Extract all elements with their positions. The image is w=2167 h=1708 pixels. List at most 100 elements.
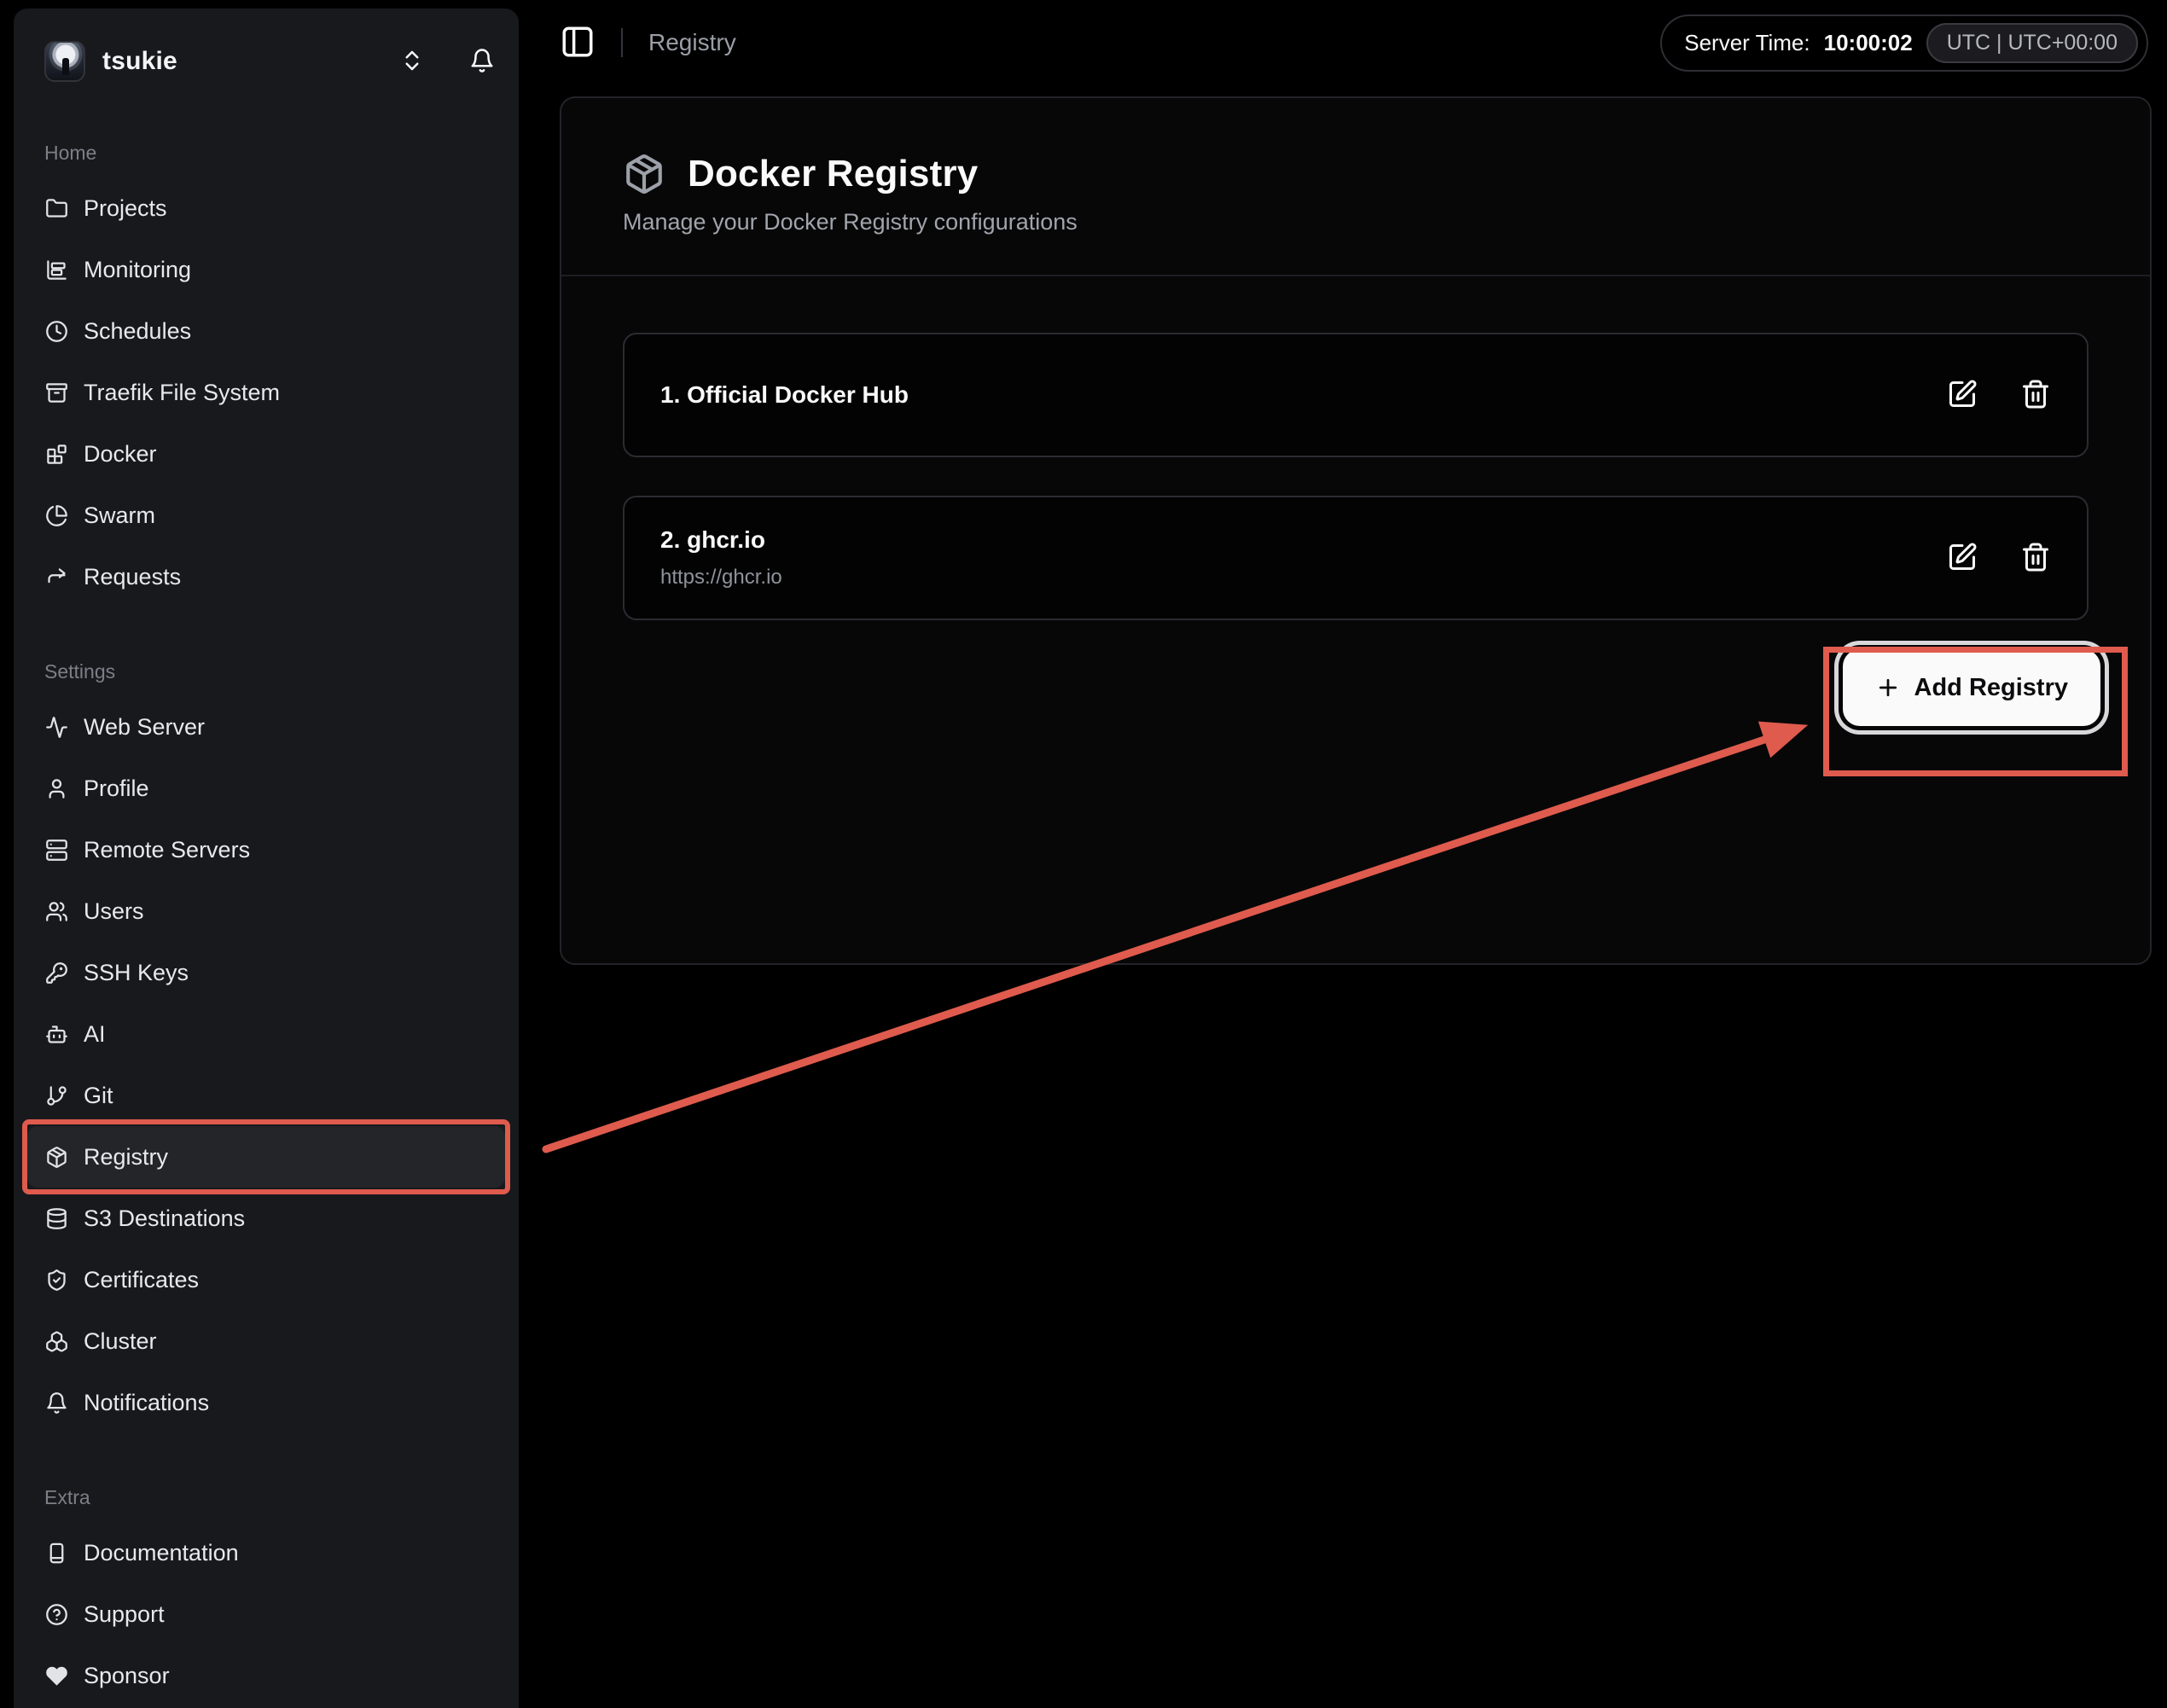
sidebar-item-documentation[interactable]: Documentation [27, 1522, 505, 1583]
section-label: Extra [44, 1486, 519, 1509]
pie-chart-icon [45, 504, 68, 527]
topbar: Registry Server Time: 10:00:02 UTC | UTC… [519, 0, 2167, 85]
heart-icon [45, 1664, 68, 1688]
sidebar-item-label: Swarm [84, 503, 155, 529]
sidebar-item-label: SSH Keys [84, 960, 189, 986]
server-time-label: Server Time: [1684, 30, 1810, 56]
sidebar-item-label: Notifications [84, 1390, 209, 1416]
package-icon [45, 1146, 68, 1169]
panel-left-icon [560, 24, 595, 60]
sidebar: tsukie Home Projects [14, 9, 519, 1708]
sidebar-item-cluster[interactable]: Cluster [27, 1310, 505, 1372]
sidebar-section-settings: Settings Web Server Profile Remote Serve… [14, 660, 519, 1433]
sidebar-item-notifications[interactable]: Notifications [27, 1372, 505, 1433]
sidebar-section-home: Home Projects Monitoring Schedules [14, 142, 519, 607]
sidebar-toggle-button[interactable] [560, 24, 595, 62]
docker-registry-card: Docker Registry Manage your Docker Regis… [560, 96, 2152, 965]
edit-registry-button[interactable] [1947, 379, 1978, 412]
sidebar-item-git[interactable]: Git [27, 1065, 505, 1126]
card-header: Docker Registry Manage your Docker Regis… [561, 98, 2150, 235]
book-icon [45, 1542, 68, 1565]
workspace-switcher-button[interactable] [399, 48, 425, 76]
registry-row-ghcr: 2. ghcr.io https://ghcr.io [623, 496, 2089, 620]
registry-list: 1. Official Docker Hub [623, 333, 2089, 620]
sidebar-item-label: Cluster [84, 1328, 157, 1355]
package-icon [623, 153, 665, 195]
user-icon [45, 777, 68, 800]
archive-icon [45, 381, 68, 404]
sidebar-item-s3-destinations[interactable]: S3 Destinations [27, 1188, 505, 1249]
registry-url: https://ghcr.io [660, 566, 782, 590]
app-root: tsukie Home Projects [0, 0, 2167, 1708]
sidebar-item-requests[interactable]: Requests [27, 546, 505, 607]
server-icon [45, 839, 68, 862]
sidebar-item-label: Docker [84, 441, 157, 468]
section-label: Settings [44, 660, 519, 683]
sidebar-item-label: Users [84, 898, 144, 925]
sidebar-item-label: S3 Destinations [84, 1205, 245, 1232]
server-time-value: 10:00:02 [1824, 30, 1913, 56]
blocks-icon [45, 443, 68, 466]
user-name: tsukie [102, 47, 177, 76]
user-menu[interactable]: tsukie [44, 34, 495, 89]
add-registry-label: Add Registry [1914, 674, 2068, 702]
sidebar-item-label: Support [84, 1601, 165, 1628]
bot-icon [45, 1023, 68, 1046]
avatar [44, 41, 85, 82]
sidebar-item-label: Certificates [84, 1267, 199, 1293]
add-registry-row: Add Registry [561, 649, 2100, 726]
bell-icon [45, 1391, 68, 1415]
trash-icon [2020, 379, 2051, 410]
breadcrumb: Registry [648, 29, 736, 56]
plus-icon [1875, 675, 1901, 700]
sidebar-item-sponsor[interactable]: Sponsor [27, 1645, 505, 1706]
header-divider [561, 275, 2150, 276]
sidebar-item-label: Git [84, 1083, 113, 1109]
notifications-button[interactable] [469, 48, 495, 76]
sidebar-item-profile[interactable]: Profile [27, 758, 505, 819]
sidebar-item-registry[interactable]: Registry [27, 1126, 505, 1188]
shield-check-icon [45, 1269, 68, 1292]
sidebar-item-label: Web Server [84, 714, 205, 741]
registry-name: 2. ghcr.io [660, 526, 782, 554]
key-icon [45, 961, 68, 985]
sidebar-item-label: Projects [84, 195, 167, 222]
sidebar-item-label: Requests [84, 564, 181, 590]
sidebar-item-ai[interactable]: AI [27, 1003, 505, 1065]
square-pen-icon [1947, 542, 1978, 572]
breadcrumb-divider [621, 28, 623, 57]
sidebar-item-monitoring[interactable]: Monitoring [27, 239, 505, 300]
git-branch-icon [45, 1084, 68, 1107]
server-time-pill: Server Time: 10:00:02 UTC | UTC+00:00 [1660, 15, 2148, 72]
sidebar-item-label: Registry [84, 1144, 168, 1171]
edit-registry-button[interactable] [1947, 542, 1978, 575]
sidebar-item-schedules[interactable]: Schedules [27, 300, 505, 362]
sidebar-item-web-server[interactable]: Web Server [27, 696, 505, 758]
add-registry-button[interactable]: Add Registry [1843, 649, 2100, 726]
section-label: Home [44, 142, 519, 165]
registry-name: 1. Official Docker Hub [660, 381, 909, 409]
page-subtitle: Manage your Docker Registry configuratio… [623, 209, 2089, 235]
users-icon [45, 900, 68, 923]
sidebar-item-traefik-file-system[interactable]: Traefik File System [27, 362, 505, 423]
forward-arrow-icon [45, 566, 68, 589]
sidebar-item-certificates[interactable]: Certificates [27, 1249, 505, 1310]
clock-icon [45, 320, 68, 343]
sidebar-item-label: Documentation [84, 1540, 239, 1566]
sidebar-item-ssh-keys[interactable]: SSH Keys [27, 942, 505, 1003]
sidebar-item-remote-servers[interactable]: Remote Servers [27, 819, 505, 880]
timezone-badge[interactable]: UTC | UTC+00:00 [1926, 23, 2138, 63]
sidebar-item-swarm[interactable]: Swarm [27, 485, 505, 546]
delete-registry-button[interactable] [2020, 379, 2051, 412]
activity-icon [45, 716, 68, 739]
sidebar-item-label: Remote Servers [84, 837, 250, 863]
database-icon [45, 1207, 68, 1230]
sidebar-item-projects[interactable]: Projects [27, 177, 505, 239]
sidebar-item-docker[interactable]: Docker [27, 423, 505, 485]
trash-icon [2020, 542, 2051, 572]
delete-registry-button[interactable] [2020, 542, 2051, 575]
sidebar-item-support[interactable]: Support [27, 1583, 505, 1645]
bell-icon [469, 48, 495, 73]
boxes-icon [45, 1330, 68, 1353]
sidebar-item-users[interactable]: Users [27, 880, 505, 942]
